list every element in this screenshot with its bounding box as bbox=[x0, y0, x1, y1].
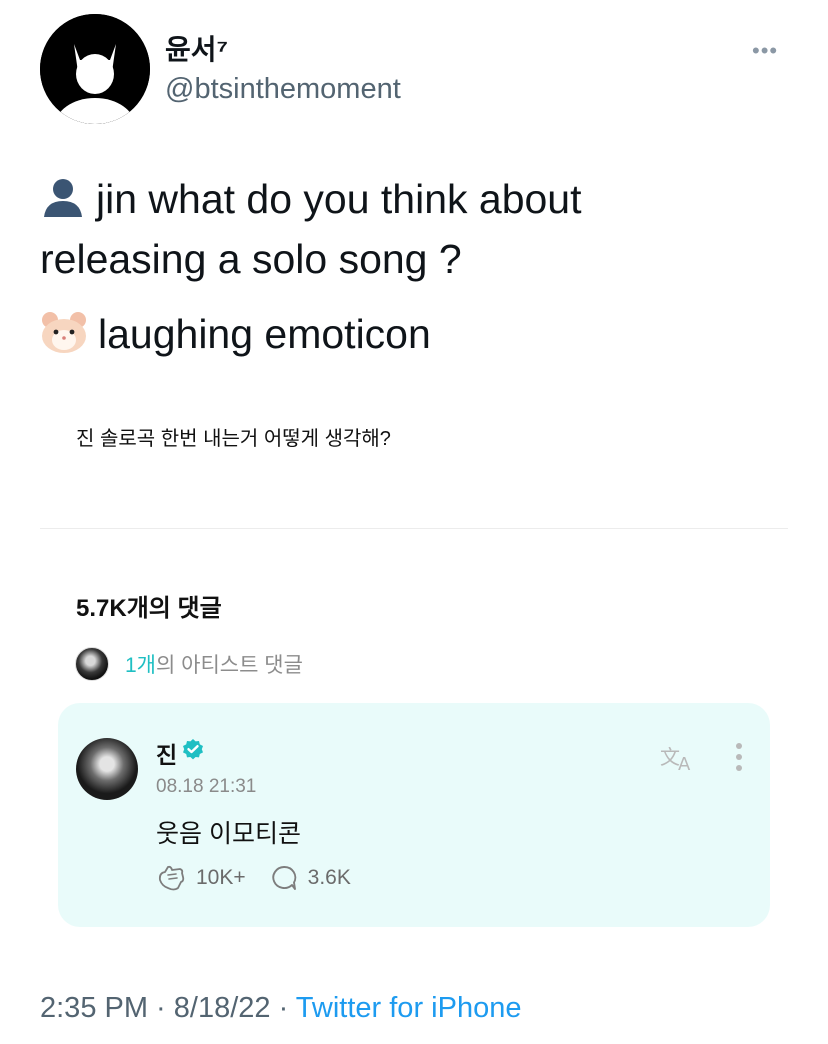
tweet-text-line-3: laughing emoticon bbox=[98, 310, 431, 357]
comment-group[interactable]: 3.6K bbox=[270, 864, 351, 892]
tweet-line-3: laughing emoticon bbox=[40, 310, 431, 364]
artist-label-text: 의 아티스트 댓글 bbox=[156, 654, 303, 677]
author-handle[interactable]: @btsinthemoment bbox=[165, 73, 401, 106]
artist-mini-avatar bbox=[75, 647, 109, 681]
verified-badge-icon bbox=[181, 738, 205, 768]
tweet-meta: 2:35 PM · 8/18/22 · Twitter for iPhone bbox=[40, 992, 521, 1025]
comment-bubble-icon bbox=[272, 866, 296, 890]
reply-reactions: 10K+ 3.6K bbox=[156, 864, 375, 892]
reply-text: 웃음 이모티콘 bbox=[156, 820, 301, 848]
tweet-text-line-2: releasing a solo song ? bbox=[40, 236, 462, 282]
translate-icon[interactable]: 文 A bbox=[660, 742, 696, 777]
tweet-source-link[interactable]: Twitter for iPhone bbox=[296, 992, 522, 1024]
comment-count: 5.7K개의 댓글 bbox=[76, 595, 222, 622]
more-dots-icon[interactable]: ••• bbox=[752, 38, 778, 64]
like-group[interactable]: 10K+ bbox=[156, 864, 246, 892]
artist-comments-label: 1개의 아티스트 댓글 bbox=[125, 649, 303, 679]
weverse-question: 진 솔로곡 한번 내는거 어떻게 생각해? bbox=[76, 428, 391, 450]
reply-timestamp: 08.18 21:31 bbox=[156, 776, 257, 797]
meta-separator: · bbox=[270, 992, 296, 1024]
reply-more-icon[interactable] bbox=[734, 742, 744, 777]
tweet-line-1: jin what do you think about bbox=[40, 176, 582, 227]
reply-author: 진 bbox=[156, 736, 205, 770]
like-count: 10K+ bbox=[196, 866, 246, 889]
divider bbox=[40, 528, 788, 529]
bust-in-silhouette-emoji-icon bbox=[40, 177, 86, 227]
tweet-date[interactable]: 8/18/22 bbox=[174, 992, 271, 1024]
author-avatar[interactable] bbox=[40, 14, 150, 124]
svg-text:文: 文 bbox=[660, 745, 680, 769]
artist-comments-row: 1개의 아티스트 댓글 bbox=[75, 647, 303, 681]
cat-avatar-icon bbox=[40, 14, 150, 124]
reply-avatar bbox=[76, 738, 138, 800]
author-display-name[interactable]: 윤서⁷ bbox=[165, 28, 228, 68]
tweet-time[interactable]: 2:35 PM bbox=[40, 992, 148, 1024]
meta-separator: · bbox=[148, 992, 174, 1024]
cheer-icon bbox=[158, 865, 185, 891]
comment-count-small: 3.6K bbox=[307, 866, 351, 889]
reply-author-name: 진 bbox=[156, 742, 178, 768]
artist-count: 1개 bbox=[125, 654, 156, 677]
tweet-text-line-1: jin what do you think about bbox=[96, 176, 582, 222]
hamster-emoji-icon bbox=[40, 310, 88, 364]
svg-text:A: A bbox=[678, 754, 691, 772]
